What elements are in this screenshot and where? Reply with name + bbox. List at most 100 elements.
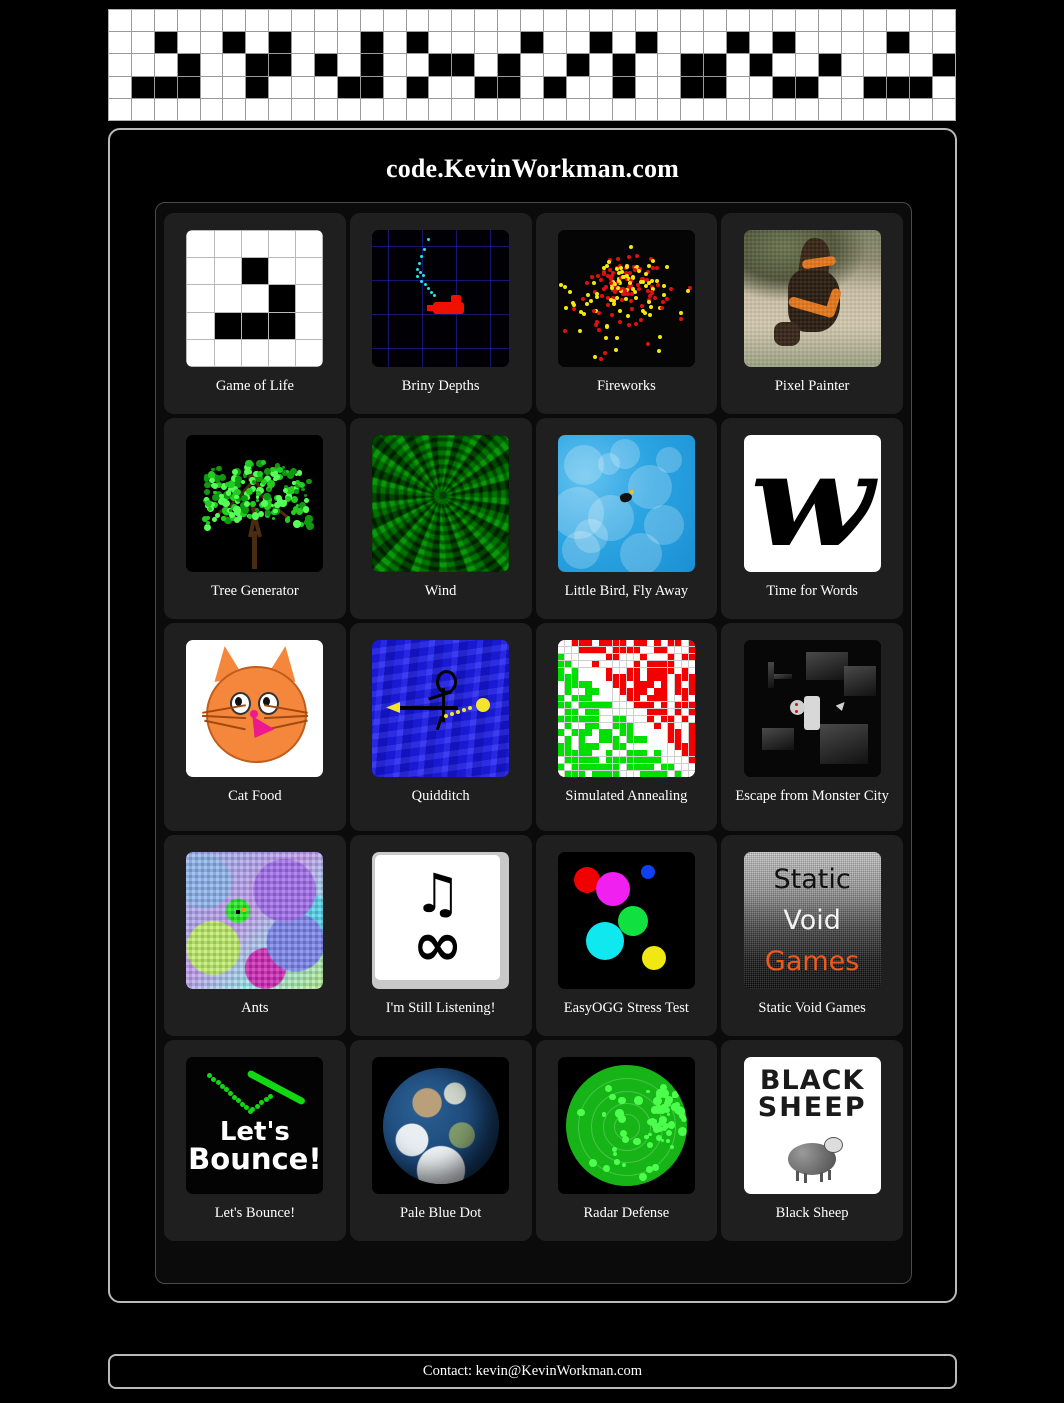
banner-cell[interactable] <box>475 54 498 76</box>
banner-cell[interactable] <box>910 76 933 98</box>
banner-cell[interactable] <box>154 76 177 98</box>
project-tile-radar-defense[interactable]: Radar Defense <box>535 1040 718 1241</box>
banner-cell[interactable] <box>543 10 566 32</box>
banner-cell[interactable] <box>864 10 887 32</box>
banner-cell[interactable] <box>772 10 795 32</box>
banner-cell[interactable] <box>154 32 177 54</box>
project-tile-still-listening[interactable]: ♫ ∞ I'm Still Listening! <box>349 835 532 1036</box>
banner-cell[interactable] <box>406 10 429 32</box>
banner-cell[interactable] <box>658 10 681 32</box>
banner-cell[interactable] <box>292 98 315 120</box>
banner-cell[interactable] <box>475 76 498 98</box>
banner-cell[interactable] <box>246 10 269 32</box>
banner-cell[interactable] <box>452 32 475 54</box>
banner-cell[interactable] <box>315 76 337 98</box>
banner-cell[interactable] <box>131 54 154 76</box>
banner-cell[interactable] <box>315 10 337 32</box>
banner-cell[interactable] <box>910 54 933 76</box>
project-tile-easyogg[interactable]: EasyOGG Stress Test <box>535 835 718 1036</box>
banner-cell[interactable] <box>429 32 452 54</box>
banner-cell[interactable] <box>521 76 543 98</box>
banner-cell[interactable] <box>841 54 864 76</box>
project-thumbnail[interactable]: BLACK SHEEP <box>743 1057 881 1194</box>
project-thumbnail[interactable] <box>557 1057 695 1194</box>
banner-cell[interactable] <box>292 10 315 32</box>
project-tile-monster-city[interactable]: Escape from Monster City <box>721 623 903 831</box>
banner-cell[interactable] <box>772 98 795 120</box>
project-thumbnail[interactable]: ♫ ∞ <box>372 852 510 989</box>
banner-cell[interactable] <box>223 76 246 98</box>
banner-cell[interactable] <box>635 10 658 32</box>
banner-cell[interactable] <box>429 54 452 76</box>
footer-contact-bar[interactable]: Contact: kevin@KevinWorkman.com <box>108 1354 957 1389</box>
banner-cell[interactable] <box>177 98 200 120</box>
banner-cell[interactable] <box>383 76 406 98</box>
banner-cell[interactable] <box>887 32 910 54</box>
banner-cell[interactable] <box>910 32 933 54</box>
banner-cell[interactable] <box>269 98 292 120</box>
project-tile-quidditch[interactable]: Quidditch <box>349 623 532 831</box>
banner-cell[interactable] <box>177 76 200 98</box>
banner-cell[interactable] <box>543 32 566 54</box>
banner-cell[interactable] <box>498 32 521 54</box>
banner-cell[interactable] <box>612 32 635 54</box>
banner-cell[interactable] <box>795 10 818 32</box>
banner-cell[interactable] <box>521 98 543 120</box>
project-thumbnail[interactable] <box>557 640 695 777</box>
banner-cell[interactable] <box>521 32 543 54</box>
project-tile-fireworks[interactable]: Fireworks <box>535 213 718 414</box>
banner-cell[interactable] <box>269 76 292 98</box>
banner-cell[interactable] <box>795 76 818 98</box>
banner-cell[interactable] <box>704 76 727 98</box>
banner-cell[interactable] <box>704 54 727 76</box>
banner-cell[interactable] <box>223 98 246 120</box>
banner-cell[interactable] <box>246 54 269 76</box>
banner-cell[interactable] <box>818 10 841 32</box>
project-tile-wind[interactable]: Wind <box>349 418 532 619</box>
banner-cell[interactable] <box>658 32 681 54</box>
banner-cell[interactable] <box>498 54 521 76</box>
banner-cell[interactable] <box>498 10 521 32</box>
banner-cell[interactable] <box>521 10 543 32</box>
banner-cell[interactable] <box>200 54 223 76</box>
project-thumbnail[interactable] <box>557 435 695 572</box>
banner-cell[interactable] <box>383 10 406 32</box>
banner-cell[interactable] <box>269 54 292 76</box>
banner-cell[interactable] <box>612 10 635 32</box>
banner-cell[interactable] <box>566 10 589 32</box>
project-tile-cat-food[interactable]: Cat Food <box>164 623 346 831</box>
project-thumbnail[interactable]: Static Void Games <box>743 852 881 989</box>
banner-cell[interactable] <box>727 10 749 32</box>
banner-cell[interactable] <box>635 54 658 76</box>
banner-cell[interactable] <box>749 10 772 32</box>
banner-cell[interactable] <box>589 76 612 98</box>
banner-cell[interactable] <box>452 98 475 120</box>
project-tile-lets-bounce[interactable]: Let's Bounce! Let's Bounce! <box>164 1040 346 1241</box>
banner-cell[interactable] <box>887 10 910 32</box>
project-thumbnail[interactable]: w <box>743 435 881 572</box>
banner-cell[interactable] <box>383 98 406 120</box>
banner-cell[interactable] <box>315 98 337 120</box>
banner-cell[interactable] <box>337 10 360 32</box>
banner-cell[interactable] <box>933 32 955 54</box>
banner-cell[interactable] <box>841 98 864 120</box>
banner-cell[interactable] <box>749 32 772 54</box>
project-tile-pale-blue-dot[interactable]: Pale Blue Dot <box>349 1040 532 1241</box>
banner-cell[interactable] <box>772 54 795 76</box>
banner-cell[interactable] <box>772 76 795 98</box>
banner-cell[interactable] <box>383 32 406 54</box>
banner-cell[interactable] <box>223 10 246 32</box>
banner-cell[interactable] <box>109 54 131 76</box>
banner-cell[interactable] <box>360 32 383 54</box>
project-thumbnail[interactable] <box>557 852 695 989</box>
project-thumbnail[interactable]: Let's Bounce! <box>186 1057 324 1194</box>
banner-cell[interactable] <box>543 98 566 120</box>
banner-cell[interactable] <box>131 76 154 98</box>
banner-cell[interactable] <box>223 54 246 76</box>
project-tile-static-void-games[interactable]: Static Void Games Static Void Games <box>721 835 903 1036</box>
banner-cell[interactable] <box>818 32 841 54</box>
banner-cell[interactable] <box>406 54 429 76</box>
banner-cell[interactable] <box>887 54 910 76</box>
banner-cell[interactable] <box>887 76 910 98</box>
banner-cell[interactable] <box>864 98 887 120</box>
